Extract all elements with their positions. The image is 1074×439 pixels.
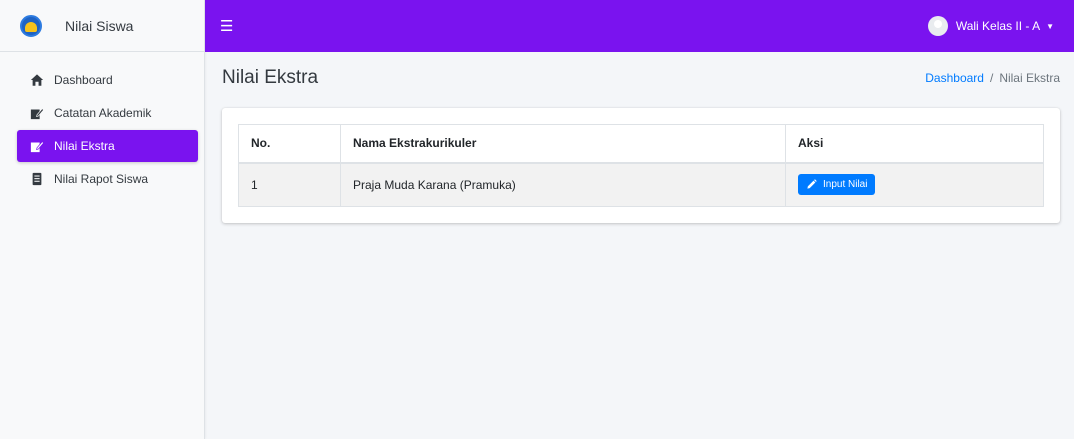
sidebar-item-label: Nilai Ekstra <box>54 139 115 153</box>
table-row: 1 Praja Muda Karana (Pramuka) Input Nila… <box>238 162 1044 207</box>
pencil-icon <box>807 179 817 189</box>
chevron-down-icon: ▼ <box>1046 21 1054 31</box>
sidebar-item-label: Dashboard <box>54 73 113 87</box>
cell-no: 1 <box>238 162 341 207</box>
main-content: Nilai Ekstra Dashboard / Nilai Ekstra No. … <box>205 52 1074 439</box>
home-icon <box>30 73 44 87</box>
ekstrakurikuler-table: No. Nama Ekstrakurikuler Aksi 1 Praja Mu… <box>238 124 1044 207</box>
sidebar-item-dashboard[interactable]: Dashboard <box>17 64 198 96</box>
brand-logo-icon <box>20 14 42 37</box>
sidebar-nav: Dashboard Catatan Akademik Nilai Ekstra … <box>0 52 204 195</box>
table-card: No. Nama Ekstrakurikuler Aksi 1 Praja Mu… <box>222 108 1060 223</box>
user-name: Wali Kelas II - A <box>955 19 1041 33</box>
edit-icon <box>30 139 44 153</box>
breadcrumb-home-link[interactable]: Dashboard <box>925 71 984 85</box>
top-navbar: ☰ Wali Kelas II - A ▼ <box>205 0 1074 52</box>
table-header-row: No. Nama Ekstrakurikuler Aksi <box>238 124 1044 164</box>
cell-nama: Praja Muda Karana (Pramuka) <box>340 162 786 207</box>
cell-aksi: Input Nilai <box>785 162 1044 207</box>
sidebar-item-label: Nilai Rapot Siswa <box>54 172 149 186</box>
sidebar-item-nilai-rapot-siswa[interactable]: Nilai Rapot Siswa <box>17 163 198 195</box>
content-header: Nilai Ekstra Dashboard / Nilai Ekstra <box>222 52 1060 104</box>
book-icon <box>30 172 44 186</box>
input-nilai-label: Input Nilai <box>823 179 868 191</box>
column-header-no: No. <box>238 124 341 164</box>
brand-name: Nilai Siswa <box>65 17 134 34</box>
breadcrumb: Dashboard / Nilai Ekstra <box>925 71 1060 85</box>
avatar <box>927 16 948 36</box>
sidebar: Nilai Siswa Dashboard Catatan Akademik N… <box>0 0 205 439</box>
hamburger-icon[interactable]: ☰ <box>220 19 233 34</box>
column-header-aksi: Aksi <box>785 124 1044 164</box>
user-menu[interactable]: Wali Kelas II - A ▼ <box>927 16 1054 36</box>
edit-icon <box>30 106 44 120</box>
sidebar-item-label: Catatan Akademik <box>54 106 152 120</box>
brand-link[interactable]: Nilai Siswa <box>0 0 204 52</box>
breadcrumb-separator: / <box>989 71 994 85</box>
page-title: Nilai Ekstra <box>222 67 319 88</box>
sidebar-item-nilai-ekstra[interactable]: Nilai Ekstra <box>17 130 198 162</box>
sidebar-item-catatan-akademik[interactable]: Catatan Akademik <box>17 97 198 129</box>
input-nilai-button[interactable]: Input Nilai <box>798 174 876 196</box>
breadcrumb-current: Nilai Ekstra <box>999 71 1060 85</box>
column-header-nama: Nama Ekstrakurikuler <box>340 124 786 164</box>
